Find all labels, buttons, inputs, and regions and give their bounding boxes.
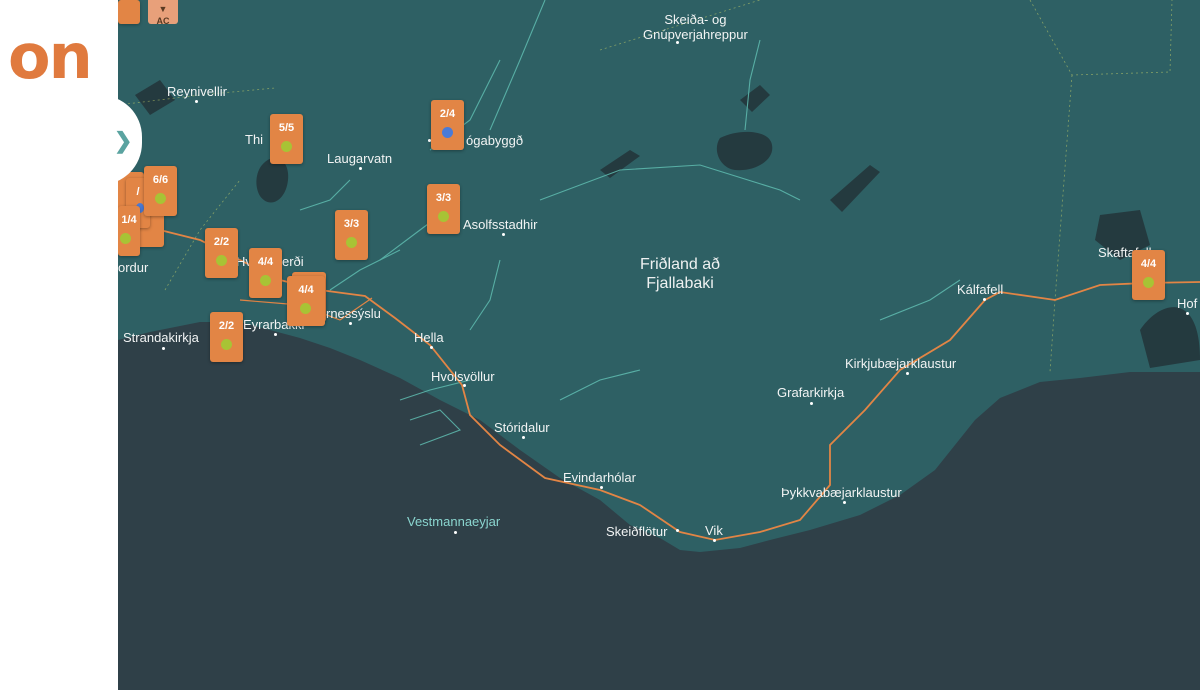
- status-dot: [216, 255, 227, 266]
- town-label: Asolfsstadhir: [463, 217, 538, 232]
- marker-count: 1/4: [121, 214, 137, 226]
- status-dot: [221, 339, 232, 350]
- town-label-line1: Skeiða- og: [664, 12, 727, 27]
- town-dot: [600, 486, 603, 489]
- town-label: Stóridalur: [494, 420, 550, 435]
- region-label-line2: Fjallabaki: [646, 275, 714, 292]
- town-dot: [676, 41, 679, 44]
- chevron-right-icon: ❯: [114, 128, 133, 153]
- town-label: ógabyggð: [466, 133, 524, 148]
- town-dot: [502, 233, 505, 236]
- marker-count: 2/2: [213, 236, 230, 248]
- cluster-marker[interactable]: 2/2: [210, 312, 243, 362]
- status-dot: [120, 233, 131, 244]
- town-dot: [359, 167, 362, 170]
- status-dot: [155, 193, 166, 204]
- town-dot: [349, 322, 352, 325]
- marker-count: 6/6: [152, 174, 169, 186]
- status-dot: [442, 127, 453, 138]
- town-label: erði: [282, 254, 304, 269]
- cluster-marker[interactable]: 2/4: [431, 100, 464, 150]
- app-logo[interactable]: on: [8, 26, 93, 88]
- town-label: ordur: [118, 260, 149, 275]
- cluster-marker[interactable]: 6/6: [144, 166, 177, 216]
- cluster-marker[interactable]: 3/3: [427, 184, 460, 234]
- town-label: Kirkjubæjarklaustur: [845, 356, 957, 371]
- town-dot: [430, 346, 433, 349]
- town-dot: [810, 402, 813, 405]
- town-label: Thi: [245, 132, 264, 147]
- marker-count: 4/4: [1140, 258, 1157, 270]
- cluster-marker[interactable]: 4/4: [1132, 250, 1165, 300]
- town-label: Þykkvabæjarklaustur: [781, 485, 902, 500]
- marker-count: 5/5: [278, 122, 295, 134]
- status-dot: [438, 211, 449, 222]
- status-dot: [346, 237, 357, 248]
- cluster-marker[interactable]: 1/4: [118, 206, 140, 256]
- cluster-marker[interactable]: 2/2: [205, 228, 238, 278]
- cluster-marker[interactable]: 4/4: [287, 276, 325, 326]
- town-label: Vestmannaeyjar: [407, 514, 501, 529]
- marker-count: 4/4: [257, 256, 274, 268]
- town-dot: [676, 529, 679, 532]
- marker-count: 2/2: [218, 320, 235, 332]
- town-dot: [843, 501, 846, 504]
- marker-partial-top[interactable]: [118, 0, 140, 24]
- town-label: Evindarhólar: [563, 470, 636, 485]
- town-label: Laugarvatn: [327, 151, 393, 166]
- marker-count: 2/4: [439, 108, 456, 120]
- cluster-marker[interactable]: 3/3: [335, 210, 368, 260]
- town-label: Hof: [1177, 296, 1198, 311]
- town-dot: [522, 436, 525, 439]
- status-dot: [281, 141, 292, 152]
- marker-count: 3/3: [435, 192, 452, 204]
- town-label: Skeiðflötur: [606, 524, 668, 539]
- town-dot: [983, 298, 986, 301]
- status-dot: [260, 275, 271, 286]
- town-label: Reynivellir: [167, 84, 227, 99]
- town-label: Hella: [414, 330, 444, 345]
- mini-marker-label: AC: [156, 16, 170, 26]
- town-label: Strandakirkja: [123, 330, 199, 345]
- town-label: Grafarkirkja: [777, 385, 845, 400]
- town-dot: [454, 531, 457, 534]
- status-dot: [300, 303, 311, 314]
- marker-count: 3/3: [343, 218, 360, 230]
- town-dot: [162, 347, 165, 350]
- region-label: Friðland að Fjallabaki: [640, 255, 720, 293]
- mini-marker[interactable]: ▼ AC: [148, 0, 178, 26]
- town-label: Kálfafell: [957, 282, 1004, 297]
- town-dot: [195, 100, 198, 103]
- marker-count: 4/4: [298, 284, 314, 296]
- town-dot: [274, 333, 277, 336]
- town-label: Hvolsvöllur: [431, 369, 495, 384]
- town-dot: [713, 539, 716, 542]
- region-label-line1: Friðland að: [640, 256, 721, 273]
- town-dot: [1186, 312, 1189, 315]
- town-dot: [906, 372, 909, 375]
- cluster-marker[interactable]: 5/5: [270, 114, 303, 164]
- cluster-marker[interactable]: 4/4: [249, 248, 282, 298]
- mini-marker-arrow: ▼: [158, 4, 168, 14]
- town-label: Skeiða- og Gnúpverjahreppur: [643, 12, 748, 42]
- town-label: Vik: [705, 523, 723, 538]
- town-label-line2: Gnúpverjahreppur: [643, 27, 748, 42]
- town-label: rnessýslu: [326, 306, 381, 321]
- map-canvas[interactable]: [0, 0, 1200, 690]
- town-dot: [463, 384, 466, 387]
- status-dot: [1143, 277, 1154, 288]
